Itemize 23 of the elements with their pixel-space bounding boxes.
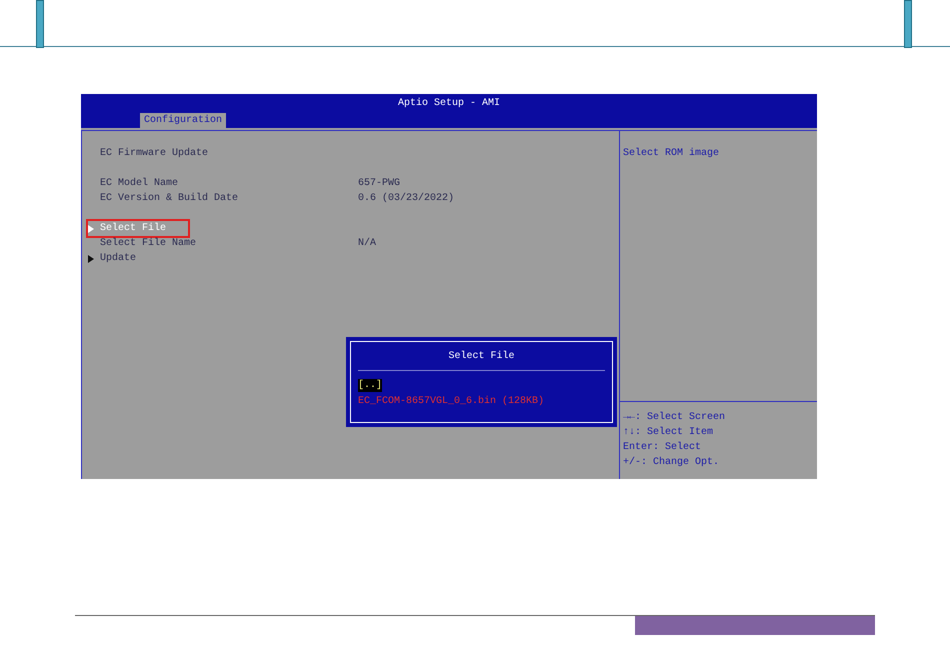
- setting-label: EC Model Name: [100, 176, 178, 191]
- help-text: Select ROM image: [623, 146, 720, 161]
- header-tab-marker: [904, 0, 912, 48]
- triangle-icon: [88, 224, 94, 232]
- menu-item[interactable]: Select File: [100, 221, 166, 236]
- dialog-title: Select File: [358, 342, 605, 371]
- key-hint: ↑↓: Select Item: [623, 426, 714, 440]
- setting-label: Select File Name: [100, 236, 196, 251]
- key-hint: Enter: Select: [623, 440, 702, 455]
- bios-title: Aptio Setup - AMI: [396, 96, 502, 111]
- key-hint: →←: Select Screen: [623, 410, 726, 425]
- tab[interactable]: Configuration: [140, 113, 226, 128]
- menu-item[interactable]: Update: [100, 251, 136, 266]
- header-tab-marker: [36, 0, 44, 48]
- setting-value: 0.6 (03/23/2022): [358, 192, 454, 206]
- setting-label: EC Firmware Update: [100, 146, 208, 161]
- file-option[interactable]: EC_FCOM-8657VGL_0_6.bin (128KB): [358, 394, 544, 408]
- file-option[interactable]: [..]: [358, 378, 382, 392]
- setting-value: N/A: [358, 236, 376, 251]
- setting-value: 657-PWG: [358, 177, 400, 191]
- triangle-icon: [88, 254, 94, 262]
- setting-label: EC Version & Build Date: [100, 192, 238, 206]
- key-hint: +/-: Change Opt.: [623, 456, 720, 470]
